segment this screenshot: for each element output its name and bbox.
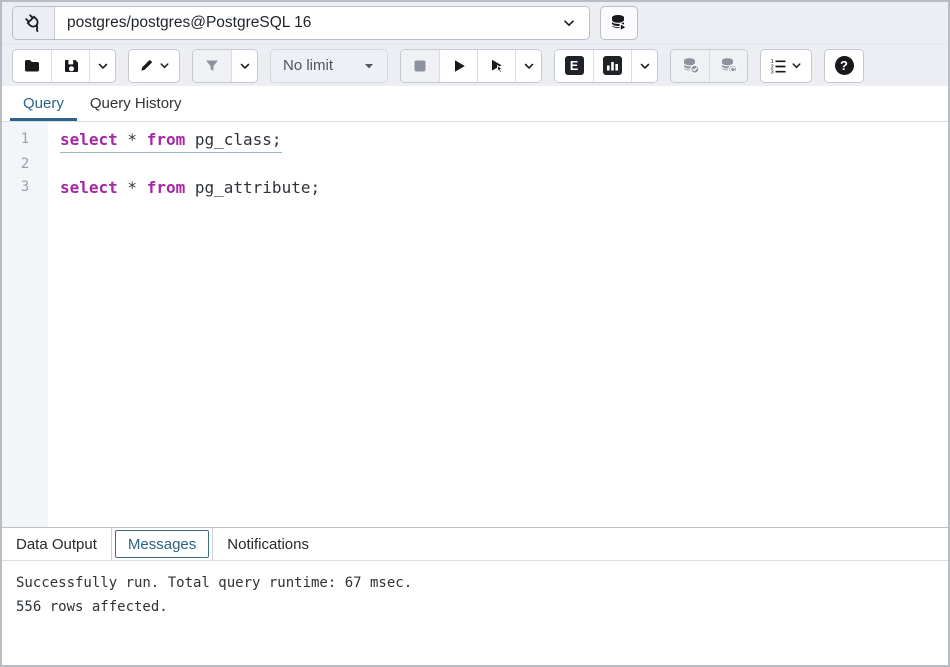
- cancel-query-button[interactable]: [401, 50, 439, 82]
- explain-button[interactable]: E: [555, 50, 593, 82]
- query-toolbar: No limit: [2, 44, 948, 86]
- tab-separator: [111, 528, 112, 560]
- row-limit-select[interactable]: No limit: [270, 49, 388, 83]
- code-text: select * from pg_attribute;: [60, 176, 320, 200]
- play-cursor-icon: [488, 57, 506, 75]
- execute-group: [400, 49, 542, 83]
- bar-chart-glyph: [605, 58, 620, 73]
- help-button[interactable]: ?: [825, 50, 863, 82]
- line-number: 2: [2, 153, 48, 177]
- chevron-down-icon: [790, 59, 803, 72]
- chevron-down-icon: [638, 59, 652, 73]
- output-tab-bar: Data OutputMessagesNotifications: [2, 527, 948, 561]
- chevron-down-icon: [561, 15, 577, 31]
- execute-script-button[interactable]: [477, 50, 515, 82]
- connection-bar: postgres/postgres@PostgreSQL 16: [2, 2, 948, 44]
- numbered-list-icon: 1 2 3: [769, 57, 787, 75]
- line-number: 1: [2, 128, 48, 152]
- query-tool-window: postgres/postgres@PostgreSQL 16: [0, 0, 950, 667]
- explain-options-button[interactable]: [631, 50, 657, 82]
- tab-notifications[interactable]: Notifications: [213, 528, 323, 560]
- database-undo-icon: [719, 56, 738, 75]
- chevron-down-icon: [158, 59, 171, 72]
- sql-editor[interactable]: 1 select * from pg_class; 23 select * from …: [2, 122, 948, 527]
- line-number: 3: [2, 176, 48, 200]
- transaction-group: [670, 49, 748, 83]
- question-mark-icon: ?: [835, 56, 854, 75]
- macros-button[interactable]: 1 2 3: [761, 50, 811, 82]
- open-file-button[interactable]: [13, 50, 51, 82]
- filter-button[interactable]: [193, 50, 231, 82]
- pencil-icon: [138, 57, 155, 74]
- row-limit-value: No limit: [283, 57, 333, 74]
- plug-icon: [23, 12, 45, 34]
- explain-badge-icon: E: [565, 56, 584, 75]
- code-line[interactable]: 2: [2, 153, 948, 177]
- tab-query[interactable]: Query: [10, 86, 77, 121]
- editor-tab-bar: QueryQuery History: [2, 86, 948, 122]
- bar-chart-icon: [603, 56, 622, 75]
- connection-select[interactable]: postgres/postgres@PostgreSQL 16: [55, 7, 589, 39]
- edit-group: [128, 49, 180, 83]
- messages-panel: Successfully run. Total query runtime: 6…: [2, 561, 948, 665]
- chevron-down-icon: [96, 59, 110, 73]
- filter-group: [192, 49, 258, 83]
- code-text: select * from pg_class;: [60, 128, 282, 153]
- tab-query-history[interactable]: Query History: [77, 86, 195, 121]
- dropdown-triangle-icon: [363, 60, 375, 72]
- play-icon: [450, 57, 468, 75]
- commit-button[interactable]: [671, 50, 709, 82]
- explain-group: E: [554, 49, 658, 83]
- file-group: [12, 49, 116, 83]
- stop-square-icon: [411, 57, 429, 75]
- database-arrow-icon: [609, 13, 629, 33]
- database-check-icon: [681, 56, 700, 75]
- filter-options-button[interactable]: [231, 50, 257, 82]
- message-line: 556 rows affected.: [16, 595, 934, 619]
- edit-options-button[interactable]: [129, 50, 179, 82]
- message-line: Successfully run. Total query runtime: 6…: [16, 571, 934, 595]
- save-button[interactable]: [51, 50, 89, 82]
- help-group: ?: [824, 49, 864, 83]
- save-options-button[interactable]: [89, 50, 115, 82]
- code-line[interactable]: 3 select * from pg_attribute;: [2, 176, 948, 200]
- connection-status: [13, 7, 55, 39]
- funnel-icon: [203, 57, 221, 75]
- chevron-down-icon: [238, 59, 252, 73]
- code-line[interactable]: 1 select * from pg_class;: [2, 128, 948, 153]
- editor-lines: 1 select * from pg_class; 23 select * from …: [2, 128, 948, 200]
- execute-query-button[interactable]: [439, 50, 477, 82]
- tab-messages[interactable]: Messages: [115, 530, 209, 558]
- execute-options-button[interactable]: [515, 50, 541, 82]
- svg-text:3: 3: [771, 69, 774, 74]
- tab-data-output[interactable]: Data Output: [2, 528, 111, 560]
- macro-group: 1 2 3: [760, 49, 812, 83]
- new-connection-button[interactable]: [600, 6, 638, 40]
- chevron-down-icon: [522, 59, 536, 73]
- rollback-button[interactable]: [709, 50, 747, 82]
- folder-icon: [23, 57, 41, 75]
- floppy-icon: [62, 57, 80, 75]
- explain-analyze-button[interactable]: [593, 50, 631, 82]
- connection-select-value: postgres/postgres@PostgreSQL 16: [67, 14, 311, 32]
- connection-group: postgres/postgres@PostgreSQL 16: [12, 6, 590, 40]
